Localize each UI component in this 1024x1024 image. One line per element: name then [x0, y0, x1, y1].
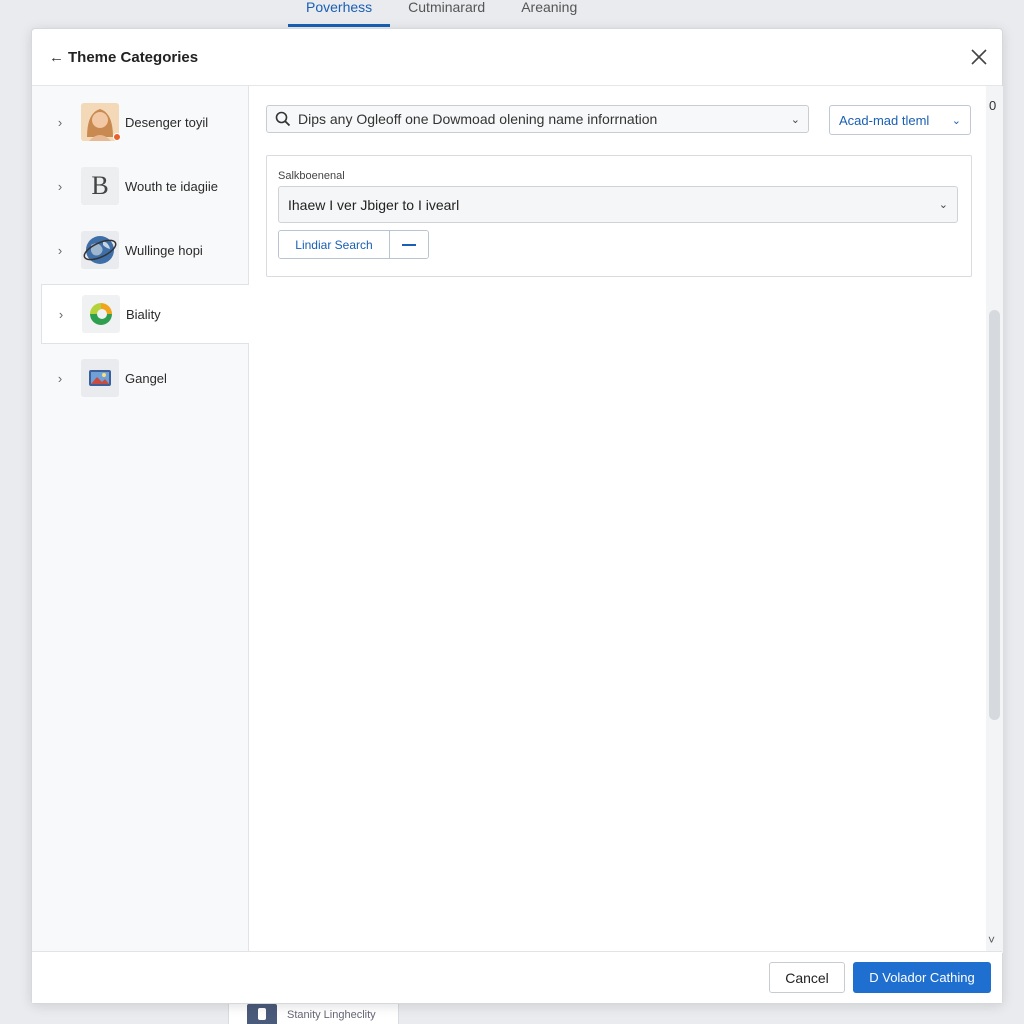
- scroll-down-arrow-icon[interactable]: ˅: [988, 933, 995, 947]
- add-theme-label: Acad-mad tleml: [839, 112, 930, 128]
- tab-areaning[interactable]: Areaning: [503, 0, 595, 27]
- category-sidebar: › Desenger toyil › B Wouth te idagiie ›: [32, 86, 249, 953]
- chevron-down-icon: ⌄: [951, 114, 961, 127]
- remove-button[interactable]: [390, 231, 428, 258]
- close-button[interactable]: [968, 46, 990, 68]
- vertical-scrollbar[interactable]: 0 ˅: [986, 86, 1003, 953]
- tab-cutminarard[interactable]: Cutminarard: [390, 0, 503, 27]
- scrollbar-thumb[interactable]: [989, 310, 1000, 720]
- search-input[interactable]: Dips any Ogleoff one Dowmoad olening nam…: [266, 105, 809, 133]
- scroll-top-marker: 0: [989, 98, 997, 113]
- tab-poverhess[interactable]: Poverhess: [288, 0, 391, 27]
- dialog-footer: Cancel D Volador Cathing: [32, 951, 1002, 1003]
- ghost-tab-label: Stanity Lingheclity: [287, 1009, 376, 1021]
- chevron-down-icon[interactable]: ⌄: [791, 113, 800, 126]
- sidebar-item-gangel[interactable]: › Gangel: [41, 348, 249, 408]
- sidebar-item-label: Desenger toyil: [125, 114, 209, 130]
- background-tab-bar: Poverhess Cutminarard Areaning: [288, 0, 595, 27]
- sidebar-item-wullinge[interactable]: › Wullinge hopi: [41, 220, 249, 280]
- chevron-down-icon: ⌄: [938, 199, 948, 211]
- settings-panel: Salkboenenal Ihaew I ver Jbiger to I ive…: [266, 155, 972, 277]
- sidebar-item-wouth[interactable]: › B Wouth te idagiie: [41, 156, 249, 216]
- sidebar-item-label: Gangel: [125, 370, 167, 386]
- chevron-right-icon[interactable]: ›: [49, 115, 71, 130]
- linked-search-group: Lindiar Search: [278, 230, 429, 259]
- panel-select[interactable]: Ihaew I ver Jbiger to I ivearl ⌄: [278, 186, 958, 223]
- dialog-header: ← Theme Categories: [32, 29, 1002, 86]
- primary-action-button[interactable]: D Volador Cathing: [853, 962, 991, 993]
- chevron-right-icon[interactable]: ›: [50, 307, 72, 322]
- panel-label: Salkboenenal: [278, 170, 345, 182]
- search-icon: [275, 111, 291, 127]
- sidebar-item-label: Wouth te idagiie: [125, 178, 218, 194]
- close-icon: [971, 49, 987, 65]
- landscape-image-icon: [81, 359, 119, 397]
- main-content: Dips any Ogleoff one Dowmoad olening nam…: [249, 86, 986, 953]
- upload-icon: [247, 1004, 277, 1024]
- globe-icon: [81, 231, 119, 269]
- cancel-button[interactable]: Cancel: [769, 962, 845, 993]
- color-swirl-icon: [82, 295, 120, 333]
- linked-search-button[interactable]: Lindiar Search: [279, 231, 390, 258]
- sidebar-item-desenger-toyil[interactable]: › Desenger toyil: [41, 92, 249, 152]
- chevron-right-icon[interactable]: ›: [49, 179, 71, 194]
- dialog-title: Theme Categories: [68, 48, 199, 66]
- sidebar-item-label: Biality: [126, 306, 161, 322]
- minus-icon: [402, 243, 416, 246]
- chevron-right-icon[interactable]: ›: [49, 371, 71, 386]
- panel-select-value: Ihaew I ver Jbiger to I ivearl: [288, 196, 460, 213]
- sidebar-item-label: Wullinge hopi: [125, 242, 203, 258]
- back-button[interactable]: ← Theme Categories: [49, 49, 198, 66]
- letter-b-icon: B: [81, 167, 119, 205]
- back-arrow-icon: ←: [49, 48, 64, 66]
- add-theme-dropdown[interactable]: Acad-mad tleml ⌄: [829, 105, 971, 135]
- chevron-right-icon[interactable]: ›: [49, 243, 71, 258]
- search-value: Dips any Ogleoff one Dowmoad olening nam…: [298, 111, 658, 127]
- sidebar-item-biality[interactable]: › Biality: [41, 284, 249, 344]
- user-avatar-icon: [81, 103, 121, 141]
- theme-categories-dialog: ← Theme Categories › Desenger toyil › B …: [31, 28, 1003, 1004]
